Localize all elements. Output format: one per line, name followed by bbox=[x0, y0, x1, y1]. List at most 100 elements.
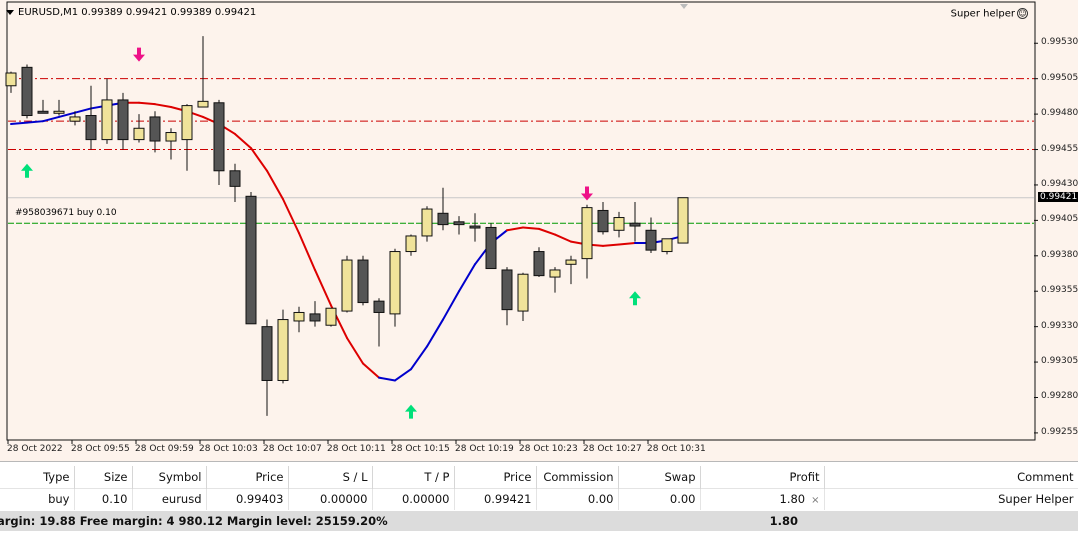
time-tick-label: 28 Oct 2022 bbox=[7, 444, 63, 454]
cell-swap: 0.00 bbox=[618, 487, 701, 510]
bear-candle bbox=[373, 300, 385, 313]
bear-candle bbox=[453, 221, 465, 226]
moving-average-segment bbox=[362, 362, 380, 379]
moving-average-segment bbox=[250, 147, 268, 172]
cell-type: buy bbox=[0, 487, 75, 510]
chart-menu-triangle-icon[interactable] bbox=[6, 9, 14, 15]
moving-average-segment bbox=[346, 336, 364, 365]
bear-candle bbox=[245, 195, 257, 325]
total-profit: 1.80 bbox=[769, 514, 798, 528]
trade-table: Type Size Symbol Price S / L T / P Price… bbox=[0, 466, 1078, 510]
indicator-label[interactable]: Super helper ☺ bbox=[951, 8, 1028, 20]
buy-signal-arrow-icon bbox=[629, 291, 641, 306]
col-price-current[interactable]: Price bbox=[454, 466, 537, 488]
moving-average-segment bbox=[506, 226, 524, 232]
bear-candle bbox=[357, 259, 369, 304]
bull-candle bbox=[389, 251, 401, 315]
bear-candle bbox=[213, 102, 225, 172]
cell-price-current: 0.99421 bbox=[454, 487, 537, 510]
symbol-line: EURUSD,M1 0.99389 0.99421 0.99389 0.9942… bbox=[18, 7, 257, 18]
moving-average-segment bbox=[154, 103, 172, 109]
col-size[interactable]: Size bbox=[74, 466, 133, 488]
order-label[interactable]: #958039671 buy 0.10 bbox=[15, 208, 117, 218]
cell-profit: 1.80 × bbox=[700, 487, 825, 510]
smiley-icon: ☺ bbox=[1017, 8, 1028, 19]
bear-candle bbox=[149, 116, 161, 142]
bull-candle bbox=[197, 100, 209, 108]
col-commission[interactable]: Commission bbox=[536, 466, 619, 488]
bear-candle bbox=[85, 115, 97, 141]
col-profit[interactable]: Profit bbox=[700, 466, 825, 488]
cell-tp: 0.00000 bbox=[372, 487, 455, 510]
bear-candle bbox=[117, 99, 129, 141]
bull-candle bbox=[405, 235, 417, 253]
bull-candle bbox=[5, 72, 17, 87]
col-swap[interactable]: Swap bbox=[618, 466, 701, 488]
bear-candle bbox=[309, 313, 321, 322]
account-summary-bar: argin: 19.88 Free margin: 4 980.12 Margi… bbox=[0, 511, 1078, 531]
moving-average-segment bbox=[314, 268, 332, 307]
col-type[interactable]: Type bbox=[0, 466, 75, 488]
bear-candle bbox=[533, 251, 545, 277]
time-tick-label: 28 Oct 10:19 bbox=[455, 444, 514, 454]
bull-candle bbox=[181, 105, 193, 141]
moving-average-segment bbox=[522, 226, 540, 230]
col-symbol[interactable]: Symbol bbox=[132, 466, 207, 488]
price-tick-label: 0.99405 bbox=[1041, 214, 1078, 225]
moving-average-segment bbox=[442, 290, 460, 321]
time-tick-label: 28 Oct 09:55 bbox=[71, 444, 130, 454]
bull-candle bbox=[133, 127, 145, 141]
bull-candle bbox=[549, 269, 561, 278]
moving-average-segment bbox=[394, 368, 412, 382]
bull-candle bbox=[293, 311, 305, 322]
time-tick-label: 28 Oct 10:15 bbox=[391, 444, 450, 454]
price-tick-label: 0.99280 bbox=[1041, 391, 1078, 402]
bear-candle bbox=[485, 226, 497, 270]
chart-title: EURUSD,M1 0.99389 0.99421 0.99389 0.9942… bbox=[6, 7, 256, 18]
time-tick-label: 28 Oct 10:31 bbox=[647, 444, 706, 454]
moving-average-segment bbox=[618, 242, 636, 246]
bear-candle bbox=[645, 229, 657, 251]
moving-average-segment bbox=[282, 198, 300, 235]
cell-symbol: eurusd bbox=[132, 487, 207, 510]
cell-sl: 0.00000 bbox=[288, 487, 373, 510]
time-tick-label: 28 Oct 10:11 bbox=[327, 444, 386, 454]
table-row[interactable]: buy 0.10 eurusd 0.99403 0.00000 0.00000 … bbox=[0, 487, 1078, 510]
cell-size: 0.10 bbox=[74, 487, 133, 510]
bull-candle bbox=[661, 238, 673, 253]
table-header-row: Type Size Symbol Price S / L T / P Price… bbox=[0, 466, 1078, 488]
bull-candle bbox=[165, 132, 177, 142]
bear-candle bbox=[261, 326, 273, 381]
moving-average-segment bbox=[74, 107, 92, 114]
scroll-shift-marker[interactable] bbox=[680, 4, 688, 9]
col-sl[interactable]: S / L bbox=[288, 466, 373, 488]
close-position-icon[interactable]: × bbox=[811, 495, 819, 506]
moving-average-segment bbox=[26, 120, 44, 124]
cell-price-open: 0.99403 bbox=[206, 487, 289, 510]
moving-average-segment bbox=[554, 233, 572, 243]
bull-candle bbox=[53, 110, 65, 114]
indicator-name: Super helper bbox=[950, 8, 1015, 20]
chart-panel[interactable]: EURUSD,M1 0.99389 0.99421 0.99389 0.9942… bbox=[0, 0, 1078, 462]
bear-candle bbox=[437, 212, 449, 226]
moving-average-segment bbox=[602, 243, 620, 247]
price-chart[interactable] bbox=[0, 0, 1078, 462]
price-tick-label: 0.99505 bbox=[1041, 72, 1078, 83]
sell-signal-arrow-icon bbox=[133, 47, 145, 62]
moving-average-segment bbox=[458, 263, 476, 293]
bull-candle bbox=[565, 259, 577, 265]
price-tick-label: 0.99305 bbox=[1041, 356, 1078, 367]
col-comment[interactable]: Comment bbox=[824, 466, 1078, 488]
price-tick-label: 0.99355 bbox=[1041, 285, 1078, 296]
profit-value: 1.80 bbox=[779, 492, 806, 507]
col-tp[interactable]: T / P bbox=[372, 466, 455, 488]
bear-candle bbox=[501, 269, 513, 311]
bull-candle bbox=[421, 208, 433, 237]
cell-commission: 0.00 bbox=[536, 487, 619, 510]
cell-comment: Super Helper bbox=[824, 487, 1078, 510]
bear-candle bbox=[597, 209, 609, 233]
col-price-open[interactable]: Price bbox=[206, 466, 289, 488]
moving-average-segment bbox=[42, 115, 60, 123]
bull-candle bbox=[341, 259, 353, 312]
bull-candle bbox=[677, 197, 689, 244]
